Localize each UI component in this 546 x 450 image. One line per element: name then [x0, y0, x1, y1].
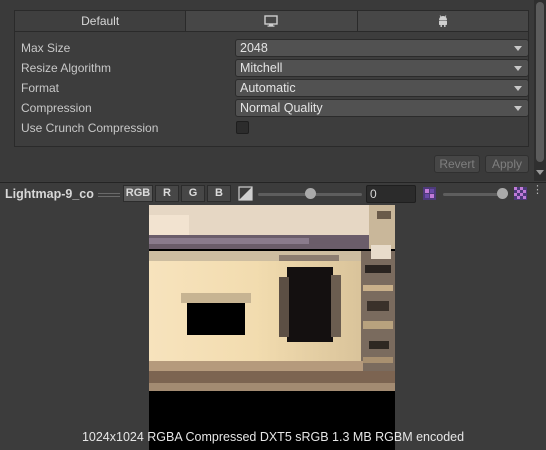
max-size-label: Max Size — [21, 41, 71, 55]
channel-r-button[interactable]: R — [155, 185, 179, 202]
channel-rgb-button[interactable]: RGB — [123, 185, 153, 202]
mip-large-icon — [514, 187, 527, 203]
format-row: Format Automatic — [21, 79, 529, 97]
platform-settings-box: Max Size 2048 Resize Algorithm Mitchell … — [14, 32, 529, 147]
crunch-row: Use Crunch Compression — [21, 119, 521, 137]
lightmap-texture-image — [149, 205, 395, 450]
scrollbar-thumb[interactable] — [536, 2, 544, 162]
format-dropdown[interactable]: Automatic — [235, 79, 529, 97]
format-label: Format — [21, 81, 60, 95]
chevron-down-icon — [514, 66, 522, 71]
chevron-down-icon — [514, 46, 522, 51]
exposure-slider-knob[interactable] — [304, 188, 316, 199]
import-settings-panel: Default Max Size 2048 Resize Algorithm M… — [0, 0, 546, 181]
tab-default-label: Default — [81, 14, 120, 28]
channel-b-button[interactable]: B — [207, 185, 231, 202]
resize-algorithm-label: Resize Algorithm — [21, 61, 112, 75]
chevron-down-icon — [514, 86, 522, 91]
exposure-field[interactable]: 0 — [366, 185, 416, 203]
max-size-dropdown[interactable]: 2048 — [235, 39, 529, 57]
compression-dropdown[interactable]: Normal Quality — [235, 99, 529, 117]
apply-button[interactable]: Apply — [485, 155, 529, 173]
menu-icon[interactable]: ⋮ — [532, 185, 543, 196]
preview-toolbar: Lightmap-9_co RGB R G B 0 ⋮ — [0, 182, 546, 206]
preview-title: Lightmap-9_co — [5, 187, 94, 201]
max-size-value: 2048 — [240, 41, 268, 55]
scroll-down-icon[interactable] — [536, 170, 544, 175]
max-size-row: Max Size 2048 — [21, 39, 529, 57]
mip-slider-knob[interactable] — [497, 188, 508, 199]
mip-small-icon — [423, 187, 436, 203]
tab-standalone[interactable] — [185, 10, 357, 32]
format-value: Automatic — [240, 81, 296, 95]
revert-button[interactable]: Revert — [434, 155, 480, 173]
compression-value: Normal Quality — [240, 101, 323, 115]
tab-default[interactable]: Default — [14, 10, 186, 32]
inspector-scrollbar[interactable] — [534, 0, 546, 181]
resize-algorithm-value: Mitchell — [240, 61, 283, 75]
compression-row: Compression Normal Quality — [21, 99, 529, 117]
monitor-icon — [264, 15, 279, 27]
chevron-down-icon — [514, 106, 522, 111]
compression-label: Compression — [21, 101, 92, 115]
texture-preview-area: 1024x1024 RGBA Compressed DXT5 sRGB 1.3 … — [0, 205, 546, 450]
android-icon — [437, 15, 449, 27]
crunch-label: Use Crunch Compression — [21, 121, 159, 135]
drag-handle[interactable] — [98, 193, 120, 197]
crunch-checkbox[interactable] — [236, 121, 249, 134]
channel-g-button[interactable]: G — [181, 185, 205, 202]
resize-algorithm-dropdown[interactable]: Mitchell — [235, 59, 529, 77]
tab-android[interactable] — [356, 10, 529, 32]
texture-info-text: 1024x1024 RGBA Compressed DXT5 sRGB 1.3 … — [81, 430, 465, 444]
exposure-icon — [238, 186, 253, 204]
platform-tabs: Default — [14, 10, 529, 32]
resize-algorithm-row: Resize Algorithm Mitchell — [21, 59, 529, 77]
